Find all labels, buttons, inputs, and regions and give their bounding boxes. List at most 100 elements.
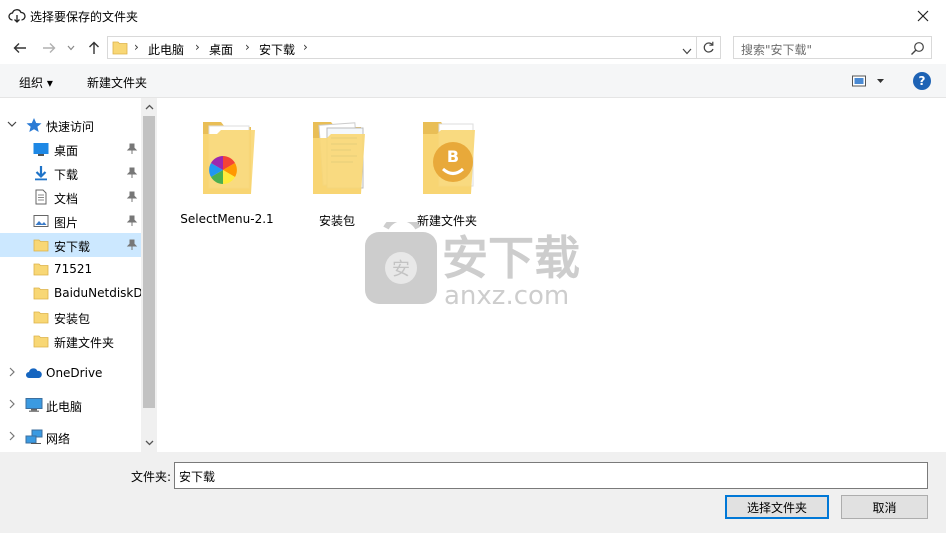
up-arrow-icon	[89, 41, 99, 54]
cloud-icon	[26, 368, 42, 378]
chevron-right-icon	[9, 399, 15, 409]
breadcrumb-separator: ›	[134, 40, 139, 54]
scroll-down-button[interactable]	[141, 434, 157, 452]
navigation-bar: › 此电脑 › 桌面 › 安下载 › 搜索"安下载"	[0, 31, 946, 64]
folder-icon	[33, 335, 49, 348]
breadcrumb-separator: ›	[195, 40, 200, 54]
sidebar-item-desktop[interactable]: 桌面	[0, 137, 141, 161]
address-dropdown-icon[interactable]	[682, 44, 692, 55]
search-placeholder: 搜索"安下载"	[741, 43, 813, 57]
document-icon	[35, 189, 47, 205]
breadcrumb-separator: ›	[303, 40, 308, 54]
svg-text:B: B	[447, 147, 459, 166]
chevron-down-icon	[7, 121, 17, 127]
folder-name-input[interactable]: 安下载	[174, 462, 928, 489]
sidebar-item-label: 快速访问	[46, 120, 95, 134]
window-title: 选择要保存的文件夹	[30, 10, 139, 24]
organize-button[interactable]: 组织 ▾	[19, 74, 53, 91]
chevron-right-icon	[9, 367, 15, 377]
refresh-icon	[703, 41, 714, 53]
breadcrumb-current[interactable]: 安下载	[259, 41, 295, 58]
folder-icon: B	[423, 122, 475, 194]
folder-icon	[33, 239, 49, 252]
forward-arrow-icon	[43, 43, 56, 53]
chevron-up-icon	[145, 104, 153, 110]
download-icon	[35, 166, 47, 181]
back-arrow-icon	[13, 43, 26, 53]
chevron-down-icon	[145, 440, 153, 446]
recent-locations-button[interactable]	[63, 37, 79, 59]
sidebar-item-label: BaiduNetdiskD	[54, 286, 142, 300]
view-icon	[852, 75, 884, 87]
cancel-button[interactable]: 取消	[841, 495, 928, 519]
folder-icon	[33, 287, 49, 300]
sidebar-item-label: 网络	[46, 432, 71, 446]
sidebar-item-quick-access[interactable]: 快速访问	[0, 113, 141, 137]
breadcrumb-this-pc[interactable]: 此电脑	[148, 41, 184, 58]
sidebar-item-installer[interactable]: 安装包	[0, 305, 141, 329]
sidebar-item-downloads[interactable]: 下载	[0, 161, 141, 185]
sidebar-item-documents[interactable]: 文档	[0, 185, 141, 209]
folder-label: 文件夹:	[131, 470, 172, 484]
sidebar-item-label: 新建文件夹	[54, 336, 115, 350]
command-toolbar: 组织 ▾ 新建文件夹 ?	[0, 64, 946, 98]
sidebar-item-label: 安装包	[54, 312, 91, 326]
watermark-text-en: anxz.com	[444, 281, 569, 311]
pin-icon[interactable]	[126, 167, 138, 179]
scrollbar-thumb[interactable]	[143, 116, 155, 408]
pin-icon[interactable]	[126, 143, 138, 155]
sidebar-item-label: 此电脑	[46, 400, 83, 414]
folder-icon	[33, 263, 49, 276]
watermark-logo: 安 安下载 anxz.com	[362, 215, 592, 312]
select-folder-button[interactable]: 选择文件夹	[725, 495, 829, 519]
sidebar-item-new-folder[interactable]: 新建文件夹	[0, 329, 141, 353]
desktop-icon	[33, 143, 49, 156]
forward-button[interactable]	[38, 37, 60, 59]
breadcrumb-desktop[interactable]: 桌面	[209, 41, 233, 58]
title-bar	[0, 0, 946, 31]
network-icon	[25, 429, 43, 444]
scroll-up-button[interactable]	[141, 98, 157, 116]
refresh-button[interactable]	[697, 36, 721, 59]
help-icon[interactable]: ?	[913, 72, 931, 90]
folder-icon	[313, 122, 365, 194]
search-input[interactable]: 搜索"安下载"	[733, 36, 932, 59]
up-button[interactable]	[83, 37, 105, 59]
pin-icon[interactable]	[126, 239, 138, 251]
file-name: SelectMenu-2.1	[180, 212, 274, 226]
sidebar-item-anxiazai[interactable]: 安下载	[0, 233, 141, 257]
computer-icon	[25, 398, 43, 412]
breadcrumb-separator: ›	[245, 40, 250, 54]
pin-icon[interactable]	[126, 215, 138, 227]
search-icon	[910, 41, 925, 56]
watermark-text-cn: 安下载	[442, 231, 580, 285]
svg-text:安: 安	[392, 259, 410, 280]
picture-icon	[33, 215, 49, 227]
pin-icon[interactable]	[126, 191, 138, 203]
view-options-button[interactable]	[851, 73, 891, 89]
sidebar-item-network[interactable]: 网络	[0, 425, 141, 449]
sidebar-item-label: OneDrive	[46, 366, 103, 380]
file-item-new-folder[interactable]: B 新建文件夹	[397, 108, 497, 228]
file-item-installer[interactable]: 安装包	[287, 108, 387, 228]
file-item-selectmenu[interactable]: SelectMenu-2.1	[177, 108, 277, 228]
sidebar-item-label: 71521	[54, 262, 93, 276]
star-icon	[26, 118, 42, 132]
sidebar-item-onedrive[interactable]: OneDrive	[0, 361, 141, 385]
navigation-pane: 快速访问 桌面 下载 文档 图片 安下载 71521 BaiduNetdiskD…	[0, 98, 157, 452]
sidebar-item-this-pc[interactable]: 此电脑	[0, 393, 141, 417]
close-button[interactable]	[900, 0, 946, 31]
folder-icon	[112, 40, 128, 55]
new-folder-button[interactable]: 新建文件夹	[87, 74, 147, 91]
chevron-right-icon	[9, 431, 15, 441]
sidebar-item-pictures[interactable]: 图片	[0, 209, 141, 233]
folder-icon	[33, 311, 49, 324]
address-bar[interactable]: › 此电脑 › 桌面 › 安下载 ›	[107, 36, 697, 59]
back-button[interactable]	[9, 37, 31, 59]
chevron-down-icon	[67, 45, 75, 51]
folder-icon	[203, 122, 255, 194]
sidebar-item-71521[interactable]: 71521	[0, 257, 141, 281]
cloud-download-icon	[8, 7, 26, 25]
close-icon	[917, 10, 929, 21]
sidebar-item-baidunetdisk[interactable]: BaiduNetdiskD	[0, 281, 142, 305]
